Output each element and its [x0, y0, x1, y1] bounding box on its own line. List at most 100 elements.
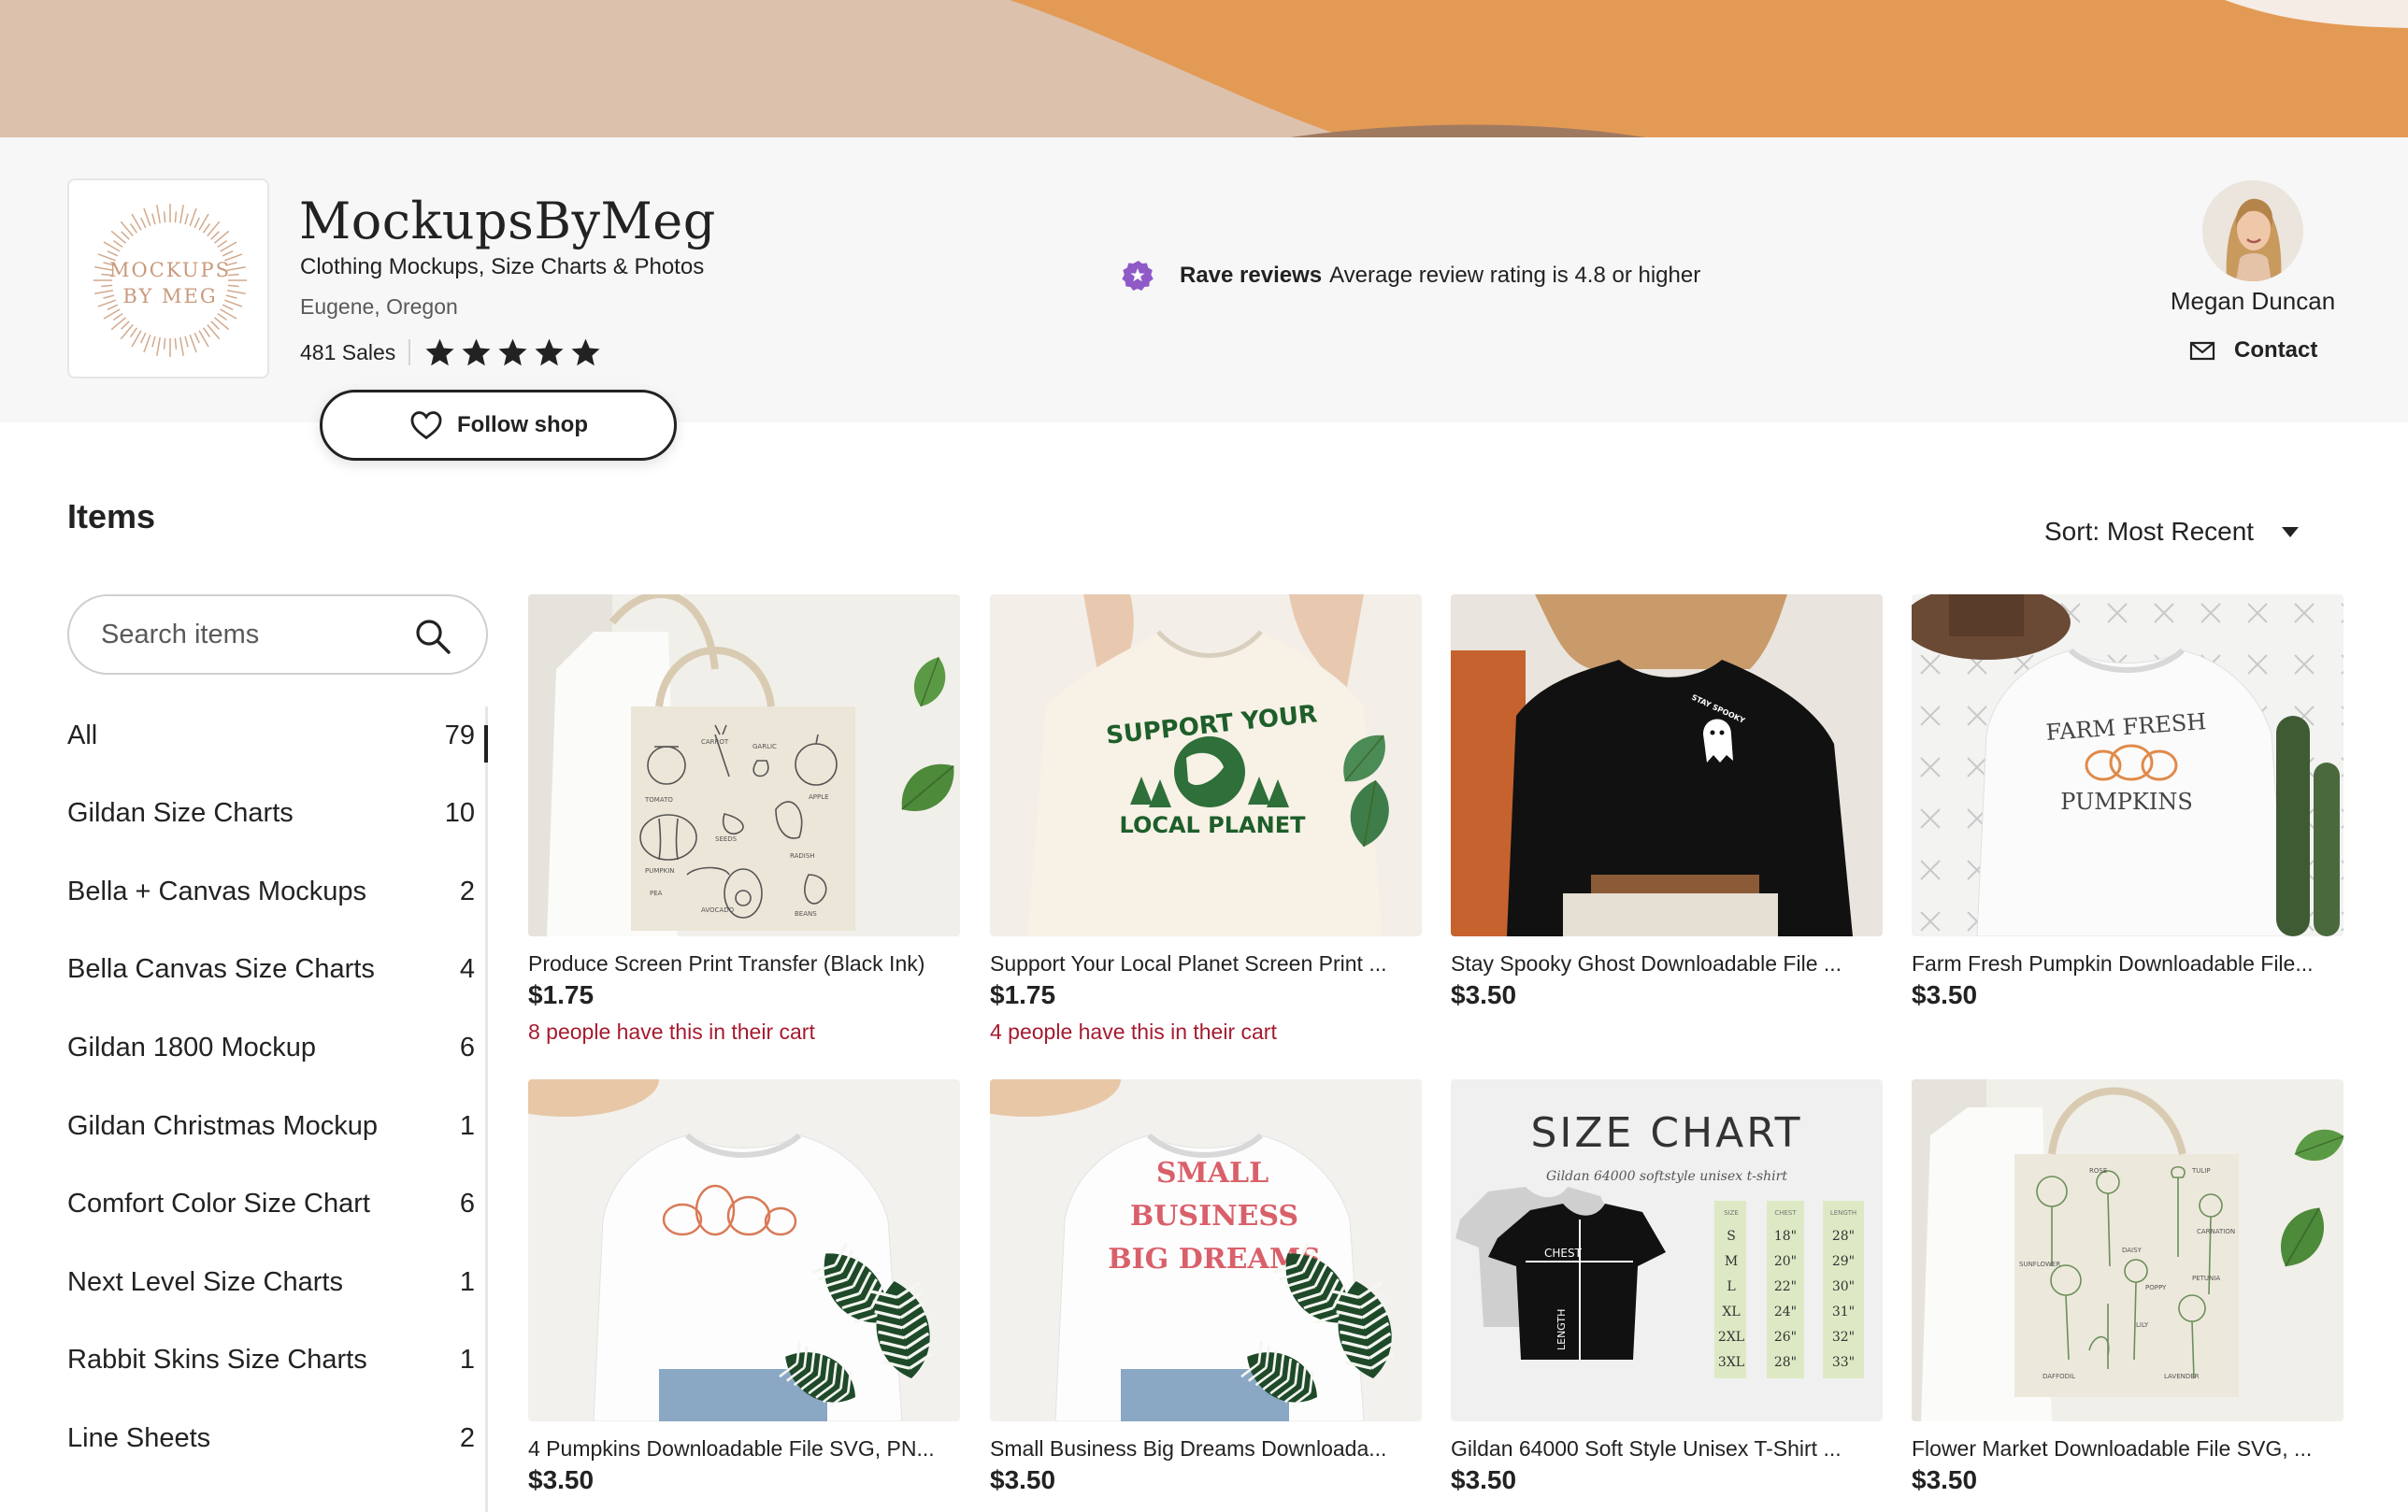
listing-price: $1.75 [528, 980, 595, 1009]
listing-price: $3.50 [1451, 980, 1517, 1009]
size-chart-image: SIZE CHART Gildan 64000 softstyle unisex… [1451, 1079, 1883, 1421]
svg-text:TULIP: TULIP [2191, 1167, 2211, 1175]
svg-text:ROSE: ROSE [2089, 1167, 2107, 1175]
listing-title[interactable]: Farm Fresh Pumpkin Downloadable File... [1912, 951, 2344, 977]
svg-text:DAISY: DAISY [2122, 1247, 2143, 1254]
listing-title[interactable]: 4 Pumpkins Downloadable File SVG, PN... [528, 1436, 960, 1462]
section-label: Bella + Canvas Mockups [67, 876, 366, 906]
svg-text:LILY: LILY [2136, 1321, 2149, 1329]
listing-image[interactable]: FARM FRESH PUMPKINS [1912, 594, 2344, 936]
svg-text:28": 28" [1774, 1355, 1797, 1370]
section-label: All [67, 720, 98, 750]
listing-card[interactable]: ROSE TULIP CARNATION DAISY SUNFLOWER POPPY … [1912, 1079, 2344, 1495]
listing-image[interactable]: SMALL BUSINESS BIG DREAMS [990, 1079, 1422, 1421]
star-icon [535, 338, 564, 365]
sales-count: 481 Sales [300, 339, 396, 364]
listing-image[interactable]: SUPPORT YOUR LOCAL PLANET [990, 594, 1422, 936]
owner-name[interactable]: Megan Duncan [2131, 287, 2374, 316]
pumpkin-sweatshirt-image: FARM FRESH PUMPKINS [1912, 594, 2344, 936]
section-item[interactable]: Gildan Christmas Mockup 1 [67, 1103, 475, 1149]
svg-text:BUSINESS: BUSINESS [1130, 1200, 1298, 1233]
search-icon[interactable] [413, 617, 452, 656]
owner-avatar[interactable] [2202, 180, 2303, 281]
search-items-box[interactable] [67, 594, 488, 675]
section-count: 10 [444, 798, 475, 829]
section-label: Rabbit Skins Size Charts [67, 1345, 367, 1376]
section-item[interactable]: Next Level Size Charts 1 [67, 1259, 475, 1305]
shop-tagline: Clothing Mockups, Size Charts & Photos [300, 254, 705, 279]
section-item[interactable]: Gildan 1800 Mockup 6 [67, 1024, 475, 1071]
listing-card[interactable]: SIZE CHART Gildan 64000 softstyle unisex… [1451, 1079, 1883, 1495]
svg-text:LENGTH: LENGTH [1555, 1309, 1568, 1350]
divider [408, 339, 411, 365]
section-count: 2 [459, 876, 475, 906]
listing-image[interactable]: ROSE TULIP CARNATION DAISY SUNFLOWER POPPY … [1912, 1079, 2344, 1421]
listing-price: $1.75 [990, 980, 1056, 1009]
listing-image[interactable]: STAY SPOOKY [1451, 594, 1883, 936]
svg-text:APPLE: APPLE [809, 793, 829, 801]
items-heading: Items [67, 497, 156, 535]
section-count: 6 [459, 1189, 475, 1220]
section-count: 1 [459, 1266, 475, 1297]
svg-text:SIZE: SIZE [1724, 1209, 1739, 1217]
listing-card[interactable]: SMALL BUSINESS BIG DREAMS Small Business… [990, 1079, 1422, 1495]
listing-title[interactable]: Small Business Big Dreams Downloada... [990, 1436, 1422, 1462]
shop-banner [0, 0, 2408, 137]
sections-scrollbar-track[interactable] [485, 706, 488, 1512]
svg-text:Gildan 64000 softstyle unisex: Gildan 64000 softstyle unisex t-shirt [1546, 1169, 1787, 1184]
svg-text:RADISH: RADISH [790, 852, 815, 860]
svg-text:PEA: PEA [650, 890, 663, 897]
logo-text-line1: MOCKUPS [109, 259, 231, 281]
shop-sales-rating: 481 Sales [300, 334, 602, 371]
svg-text:LAVENDER: LAVENDER [2164, 1373, 2200, 1380]
section-item[interactable]: Comfort Color Size Chart 6 [67, 1181, 475, 1228]
mail-icon [2189, 341, 2215, 361]
listing-title[interactable]: Support Your Local Planet Screen Print .… [990, 951, 1422, 977]
listing-image[interactable]: CARROT TOMATO GARLIC APPLE SEEDS RADISH PUM… [528, 594, 960, 936]
svg-text:TOMATO: TOMATO [644, 796, 673, 804]
section-item[interactable]: All 79 [67, 712, 475, 759]
section-count: 79 [444, 720, 475, 750]
contact-button[interactable]: Contact [2187, 334, 2317, 367]
listing-price: $3.50 [1451, 1465, 1517, 1494]
section-item[interactable]: Rabbit Skins Size Charts 1 [67, 1337, 475, 1384]
listing-card[interactable]: STAY SPOOKY Stay Spooky Ghost Downloadabl… [1451, 594, 1883, 1010]
svg-text:SIZE CHART: SIZE CHART [1531, 1109, 1803, 1157]
follow-shop-button[interactable]: Follow shop [320, 390, 677, 461]
svg-text:AVOCADO: AVOCADO [701, 906, 735, 914]
section-label: Comfort Color Size Chart [67, 1189, 370, 1220]
section-item[interactable]: Bella + Canvas Mockups 2 [67, 868, 475, 915]
logo-text-line2: BY MEG [122, 285, 217, 307]
listing-title[interactable]: Flower Market Downloadable File SVG, ... [1912, 1436, 2344, 1462]
svg-text:28": 28" [1832, 1229, 1855, 1244]
rave-reviews-badge: Rave reviews Average review rating is 4.… [1122, 257, 1700, 294]
section-item[interactable]: Line Sheets 2 [67, 1415, 475, 1462]
svg-text:CHEST: CHEST [1774, 1209, 1797, 1217]
svg-text:CHEST: CHEST [1544, 1247, 1583, 1260]
listing-title[interactable]: Gildan 64000 Soft Style Unisex T-Shirt .… [1451, 1436, 1883, 1462]
listing-image[interactable]: SIZE CHART Gildan 64000 softstyle unisex… [1451, 1079, 1883, 1421]
listing-card[interactable]: 4 Pumpkins Downloadable File SVG, PN... $… [528, 1079, 960, 1495]
section-label: Gildan 1800 Mockup [67, 1032, 316, 1063]
svg-text:2XL: 2XL [1718, 1330, 1744, 1345]
section-item[interactable]: Gildan Size Charts 10 [67, 791, 475, 837]
section-item[interactable]: Bella Canvas Size Charts 4 [67, 947, 475, 993]
listing-image[interactable] [528, 1079, 960, 1421]
svg-text:18": 18" [1774, 1229, 1797, 1244]
svg-text:DAFFODIL: DAFFODIL [2042, 1373, 2075, 1380]
listing-title[interactable]: Produce Screen Print Transfer (Black Ink… [528, 951, 960, 977]
listing-card[interactable]: FARM FRESH PUMPKINS Farm Fresh Pumpkin D… [1912, 594, 2344, 1010]
sections-scrollbar-thumb[interactable] [484, 725, 488, 763]
listing-card[interactable]: SUPPORT YOUR LOCAL PLANET Support Your L… [990, 594, 1422, 1045]
listing-card[interactable]: CARROT TOMATO GARLIC APPLE SEEDS RADISH PUM… [528, 594, 960, 1045]
search-input[interactable] [101, 619, 400, 650]
svg-text:31": 31" [1832, 1305, 1855, 1319]
rating-stars[interactable] [423, 336, 602, 369]
listing-title[interactable]: Stay Spooky Ghost Downloadable File ... [1451, 951, 1883, 977]
svg-text:M: M [1725, 1254, 1738, 1269]
svg-text:GARLIC: GARLIC [752, 743, 777, 750]
sort-dropdown[interactable]: Sort: Most Recent [2044, 514, 2300, 549]
shop-logo[interactable]: MOCKUPS BY MEG [67, 178, 269, 378]
listing-cart-note: 4 people have this in their cart [990, 1020, 1277, 1044]
svg-text:S: S [1727, 1229, 1736, 1244]
